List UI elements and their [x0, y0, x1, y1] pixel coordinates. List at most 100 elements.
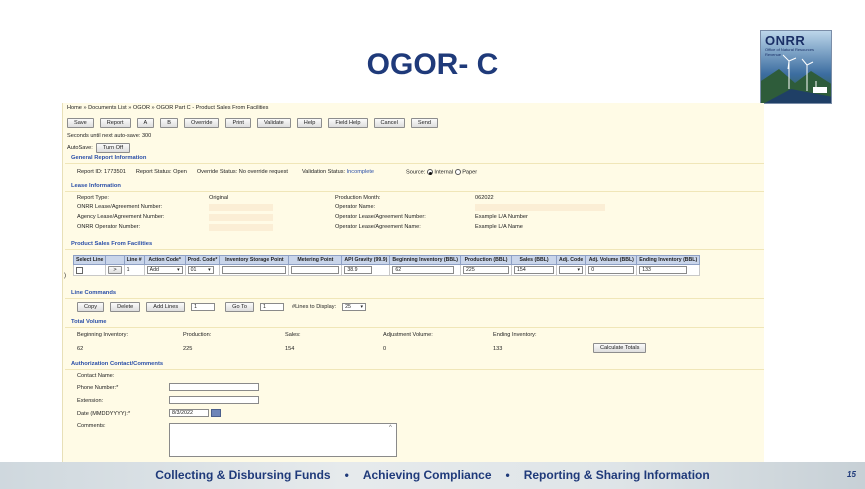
- source-internal-radio[interactable]: [426, 169, 433, 175]
- autosave-countdown: Seconds until next auto-save: 300: [67, 133, 152, 139]
- save-button[interactable]: Save: [67, 118, 94, 128]
- totals-label-1: Beginning Inventory:: [77, 332, 128, 338]
- go-to-input[interactable]: 1: [259, 303, 284, 311]
- action-code-value: Add: [149, 267, 159, 273]
- product-sales-heading: Product Sales From Facilities: [65, 241, 764, 250]
- product-sales-table: Select Line Line # Action Code* Prod. Co…: [72, 255, 701, 276]
- go-to-button[interactable]: Go To: [225, 302, 254, 312]
- field-help-button[interactable]: Field Help: [328, 118, 368, 128]
- validation-value[interactable]: Incomplete: [347, 169, 374, 175]
- authorization-heading: Authorization Contact/Comments: [65, 361, 764, 370]
- override-status: Override Status: No override request: [196, 169, 288, 175]
- op-lease-name-row: Operator Lease/Agreement Name:: [335, 224, 421, 230]
- api-gravity-input[interactable]: 38.9: [344, 266, 373, 274]
- op-lease-number-row: Operator Lease/Agreement Number:: [335, 214, 426, 220]
- lease-row-2: ONRR Lease/Agreement Number:: [77, 204, 162, 210]
- footer-item-compliance: Achieving Compliance: [362, 468, 492, 482]
- lines-to-display-select[interactable]: 25 ▾: [342, 303, 367, 311]
- calendar-icon[interactable]: [211, 409, 221, 417]
- delete-button[interactable]: Delete: [110, 302, 141, 312]
- comments-label: Comments:: [77, 423, 106, 429]
- metering-point-input[interactable]: [291, 266, 340, 274]
- page-number: 15: [847, 470, 856, 479]
- col-sales: Sales (BBL): [511, 255, 558, 265]
- op-lease-name-value: Example L/A Name: [475, 224, 523, 230]
- help-button[interactable]: Help: [296, 118, 323, 128]
- calculate-totals-button[interactable]: Calculate Totals: [593, 343, 647, 353]
- adj-volume-input[interactable]: 0: [588, 266, 635, 274]
- onrr-lease-field[interactable]: [209, 204, 273, 211]
- agency-lease-field[interactable]: [209, 214, 273, 221]
- api-cell: 38.9: [341, 264, 391, 276]
- general-info-heading: General Report Information: [65, 155, 764, 164]
- prod-code-select[interactable]: 01 ▾: [187, 266, 214, 274]
- totals-value-3: 154: [285, 346, 295, 352]
- col-metering-point: Metering Point: [288, 255, 343, 265]
- report-status: Report Status: Open: [135, 169, 187, 175]
- action-code-select[interactable]: Add ▾: [146, 266, 183, 274]
- date-input[interactable]: 8/3/2022: [169, 409, 209, 417]
- adj-code-cell: ▾: [556, 264, 587, 276]
- production-month-value-wrap: 062022: [475, 195, 494, 201]
- metering-cell: [288, 264, 343, 276]
- a-button[interactable]: A: [136, 118, 155, 128]
- toolbar: Save Report A B Override Print Validate …: [67, 118, 438, 128]
- extension-label: Extension:: [77, 398, 104, 404]
- col-line-number: Line #: [123, 255, 145, 265]
- ending-inventory-input[interactable]: 133: [639, 266, 688, 274]
- autosave-label: AutoSave:: [67, 145, 93, 151]
- operator-name-field[interactable]: [475, 204, 605, 211]
- contact-name-label: Contact Name:: [77, 373, 115, 379]
- report-button[interactable]: Report: [99, 118, 131, 128]
- sales-input[interactable]: 154: [514, 266, 555, 274]
- production-input[interactable]: 225: [463, 266, 510, 274]
- production-month-row: Production Month:: [335, 195, 380, 201]
- inventory-storage-input[interactable]: [222, 266, 287, 274]
- op-lease-number-label: Operator Lease/Agreement Number:: [335, 214, 426, 220]
- validation-label: Validation Status:: [301, 169, 346, 175]
- extension-input[interactable]: [169, 396, 259, 404]
- b-button[interactable]: B: [160, 118, 179, 128]
- lease-row-3: Agency Lease/Agreement Number:: [77, 214, 164, 220]
- op-lease-number-value-wrap: Example L/A Number: [475, 214, 528, 220]
- storage-cell: [219, 264, 290, 276]
- ogor-form-screenshot: Home » Documents List » OGOR » OGOR Part…: [62, 103, 764, 475]
- expand-row-button[interactable]: >: [108, 266, 122, 274]
- breadcrumb[interactable]: Home » Documents List » OGOR » OGOR Part…: [67, 105, 268, 111]
- report-type-label: Report Type:: [77, 195, 109, 201]
- cancel-button[interactable]: Cancel: [373, 118, 405, 128]
- validate-button[interactable]: Validate: [256, 118, 291, 128]
- lease-info-heading: Lease Information: [65, 183, 764, 192]
- phone-number-input[interactable]: [169, 383, 259, 391]
- adj-volume-cell: 0: [585, 264, 638, 276]
- override-button[interactable]: Override: [184, 118, 220, 128]
- line-number-cell: 1: [123, 264, 145, 276]
- adj-code-select[interactable]: ▾: [559, 266, 584, 274]
- col-production: Production (BBL): [460, 255, 513, 265]
- logo-subtitle: Office of Natural Resources Revenue: [765, 47, 815, 57]
- footer-tagline: Collecting & Disbursing Funds • Achievin…: [0, 468, 865, 482]
- print-button[interactable]: Print: [225, 118, 251, 128]
- operator-number-field[interactable]: [209, 224, 273, 231]
- autosave-row: AutoSave: Turn Off: [67, 143, 131, 153]
- copy-button[interactable]: Copy: [77, 302, 105, 312]
- col-ending-inventory: Ending Inventory (BBL): [636, 255, 701, 265]
- scroll-up-icon[interactable]: ^: [389, 425, 392, 431]
- add-lines-button[interactable]: Add Lines: [146, 302, 186, 312]
- line-commands-heading: Line Commands: [65, 290, 764, 299]
- operator-name-row: Operator Name:: [335, 204, 375, 210]
- source-paper-radio[interactable]: [454, 169, 461, 175]
- op-lease-name-value-wrap: Example L/A Name: [475, 224, 523, 230]
- totals-label-5: Ending Inventory:: [493, 332, 537, 338]
- totals-label-3: Sales:: [285, 332, 301, 338]
- select-line-checkbox[interactable]: [76, 266, 83, 274]
- turn-off-button[interactable]: Turn Off: [95, 143, 131, 153]
- phone-number-label: Phone Number:*: [77, 385, 119, 391]
- add-lines-count-input[interactable]: 1: [191, 303, 216, 311]
- col-inventory-storage-point: Inventory Storage Point: [219, 255, 290, 265]
- comments-textarea[interactable]: [169, 423, 397, 457]
- beginning-inventory-input[interactable]: 62: [392, 266, 455, 274]
- select-cell: [72, 264, 107, 276]
- send-button[interactable]: Send: [410, 118, 438, 128]
- col-adj-code: Adj. Code: [556, 255, 587, 265]
